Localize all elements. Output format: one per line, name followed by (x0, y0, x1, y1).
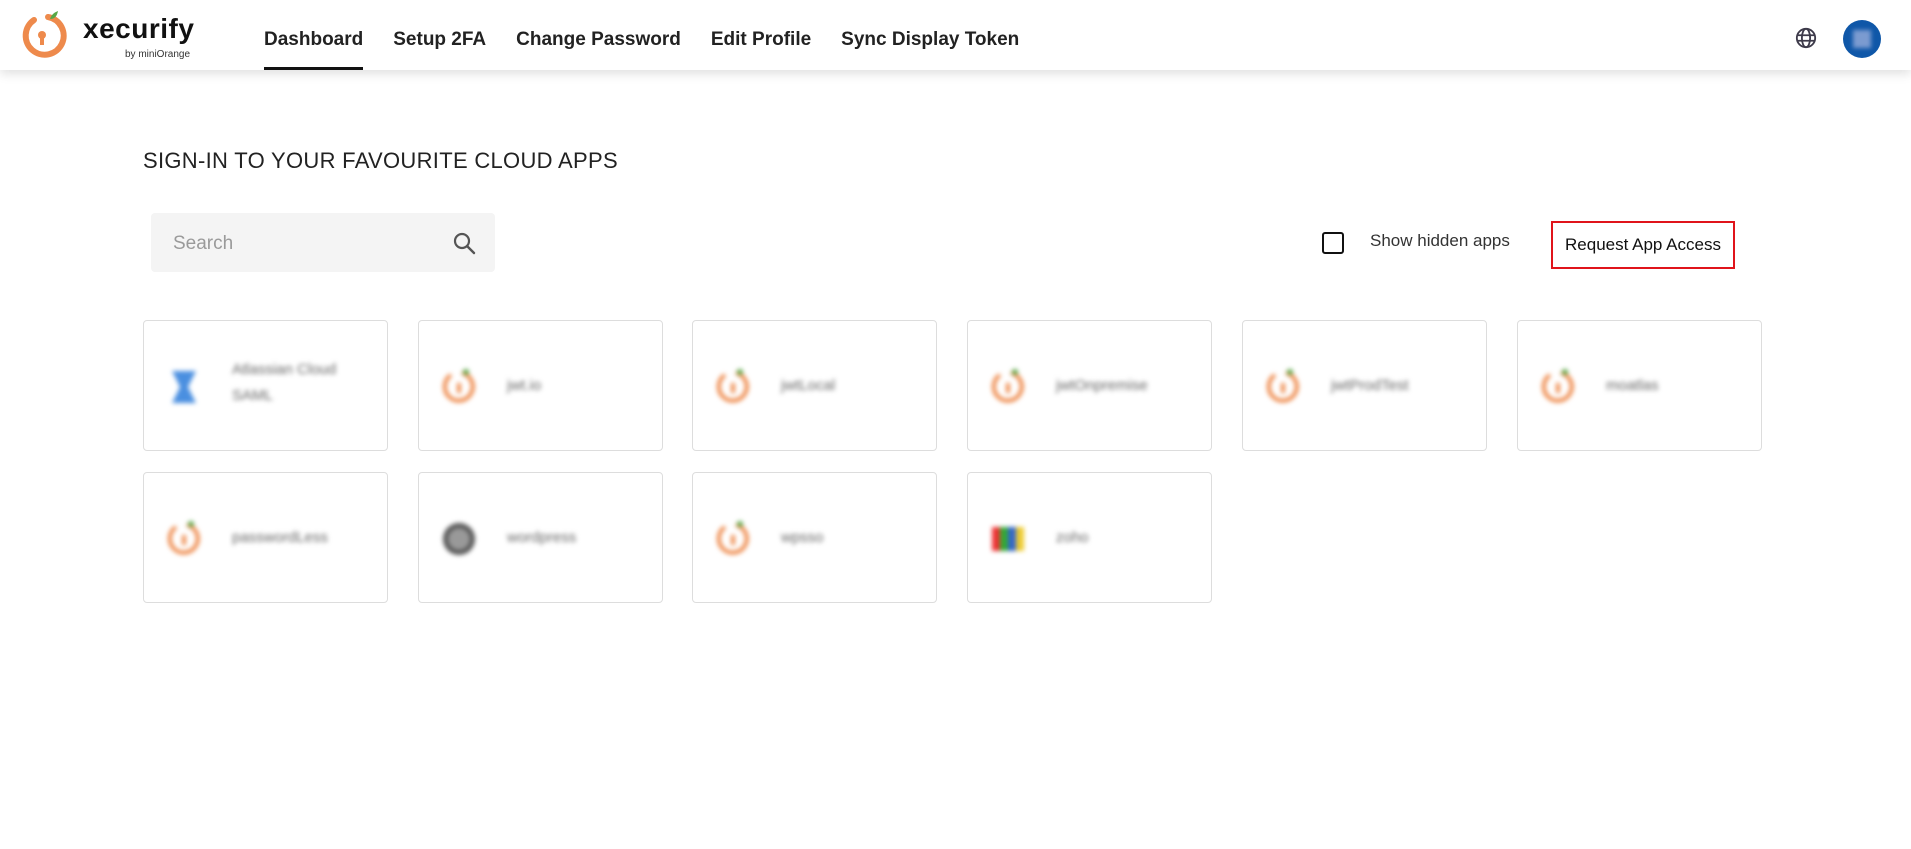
user-avatar[interactable] (1843, 20, 1881, 58)
app-card[interactable]: jwtLocal (692, 320, 937, 451)
app-card[interactable]: passwordLess (143, 472, 388, 603)
miniorange-logo-icon (22, 11, 67, 58)
brand-sub: by miniOrange (125, 49, 191, 60)
app-name: wpsso (781, 529, 824, 546)
zoho-icon (990, 519, 1026, 559)
miniorange-icon (1265, 367, 1301, 407)
nav-edit-profile[interactable]: Edit Profile (711, 0, 811, 70)
search-input[interactable] (171, 213, 445, 274)
search-icon[interactable] (452, 231, 476, 255)
app-card[interactable]: zoho (967, 472, 1212, 603)
app-name: jwtProdTest (1331, 377, 1409, 394)
app-name: passwordLess (232, 529, 328, 546)
app-name: jwtLocal (781, 377, 836, 394)
nav-setup-2fa[interactable]: Setup 2FA (393, 0, 486, 70)
main-nav: Dashboard Setup 2FA Change Password Edit… (264, 0, 1019, 70)
app-name: jwt.io (507, 377, 542, 394)
show-hidden-apps-label[interactable]: Show hidden apps (1370, 231, 1510, 251)
app-card[interactable]: jwtProdTest (1242, 320, 1487, 451)
app-name: Atlassian Cloud SAML (232, 361, 337, 404)
nav-dashboard[interactable]: Dashboard (264, 0, 364, 70)
search-box (151, 213, 495, 274)
nav-sync-display-token[interactable]: Sync Display Token (841, 0, 1019, 70)
wordpress-icon (441, 519, 477, 559)
app-card[interactable]: moatlas (1517, 320, 1762, 451)
miniorange-icon (1540, 367, 1576, 407)
show-hidden-apps-checkbox[interactable] (1322, 232, 1344, 254)
request-app-access-button[interactable]: Request App Access (1551, 221, 1735, 269)
app-name: wordpress (507, 529, 577, 546)
globe-icon[interactable] (1795, 27, 1817, 49)
top-navbar: xecurify by miniOrange Dashboard Setup 2… (0, 0, 1911, 70)
atlassian-icon (166, 367, 202, 407)
miniorange-icon (441, 367, 477, 407)
xecurify-logo[interactable]: xecurify by miniOrange (20, 11, 210, 61)
miniorange-icon (715, 367, 751, 407)
app-card[interactable]: Atlassian Cloud SAML (143, 320, 388, 451)
brand-name: xecurify (83, 13, 195, 44)
miniorange-icon (990, 367, 1026, 407)
app-card[interactable]: jwtOnpremise (967, 320, 1212, 451)
app-name: moatlas (1606, 377, 1659, 394)
app-card[interactable]: jwt.io (418, 320, 663, 451)
nav-change-password[interactable]: Change Password (516, 0, 681, 70)
app-name: zoho (1056, 529, 1089, 546)
app-name: jwtOnpremise (1056, 377, 1148, 394)
page-title: SIGN-IN TO YOUR FAVOURITE CLOUD APPS (143, 148, 618, 173)
app-card[interactable]: wordpress (418, 472, 663, 603)
miniorange-icon (166, 519, 202, 559)
app-card[interactable]: wpsso (692, 472, 937, 603)
miniorange-icon (715, 519, 751, 559)
